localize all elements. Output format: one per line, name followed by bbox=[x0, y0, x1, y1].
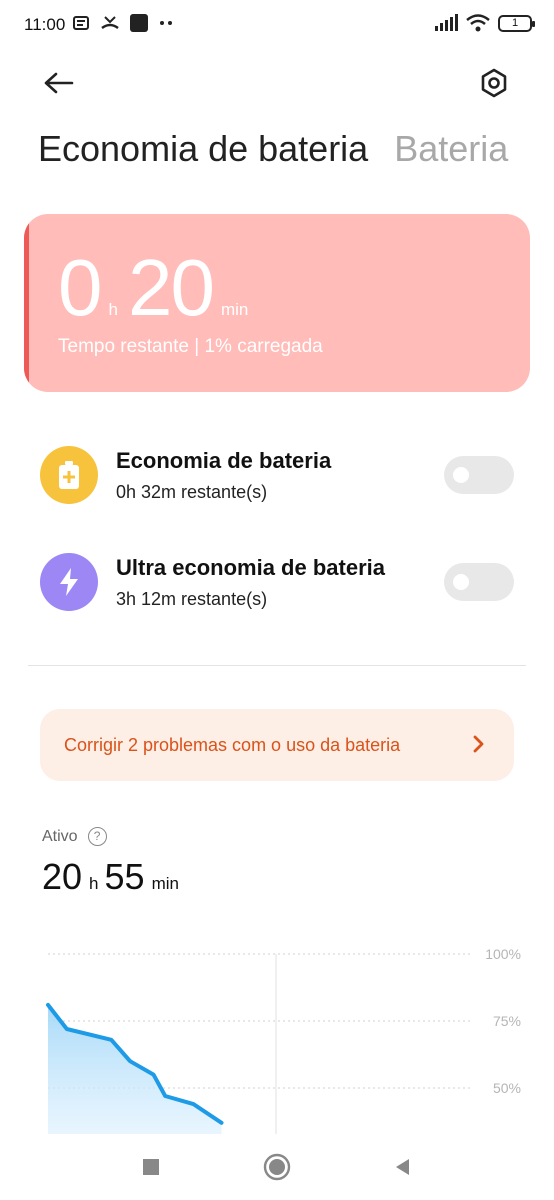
chart-y-tick-label: 50% bbox=[493, 1080, 521, 1096]
remaining-minutes: 20 bbox=[127, 243, 215, 332]
back-button[interactable] bbox=[38, 63, 78, 103]
lightning-icon bbox=[40, 553, 98, 611]
active-hours-unit: h bbox=[89, 874, 99, 893]
remaining-subtitle: Tempo restante | 1% carregada bbox=[58, 336, 323, 357]
active-minutes: 55 bbox=[104, 856, 145, 897]
toggle-knob bbox=[453, 467, 469, 483]
remaining-time: 0 h 20 min bbox=[58, 248, 258, 328]
back-icon bbox=[396, 1159, 409, 1175]
tab-bar: Economia de bateria Bateria bbox=[38, 128, 508, 170]
fix-issues-text: Corrigir 2 problemas com o uso da bateri… bbox=[64, 735, 401, 755]
tab-bateria[interactable]: Bateria bbox=[394, 128, 508, 170]
active-hours: 20 bbox=[42, 856, 83, 897]
signal-icon bbox=[435, 14, 458, 31]
home-icon bbox=[263, 1153, 291, 1181]
home-button[interactable] bbox=[262, 1152, 292, 1182]
battery-level-chart: 100% 75% 50% bbox=[0, 930, 554, 1134]
fix-issues-banner[interactable]: Corrigir 2 problemas com o uso da bateri… bbox=[40, 709, 514, 781]
app-icon bbox=[130, 14, 148, 32]
remaining-hours: 0 bbox=[58, 243, 102, 332]
remaining-time-card: 0 h 20 min Tempo restante | 1% carregada bbox=[24, 214, 530, 392]
status-bar: 11:00 1 bbox=[0, 0, 554, 50]
missed-call-icon bbox=[101, 16, 119, 30]
divider bbox=[28, 665, 526, 666]
chart-area bbox=[48, 1004, 222, 1134]
chart-y-tick-label: 75% bbox=[493, 1013, 521, 1029]
ultra-battery-saver-subtitle: 3h 12m restante(s) bbox=[116, 589, 268, 609]
battery-icon: 1 bbox=[498, 14, 535, 32]
active-minutes-unit: min bbox=[151, 874, 179, 893]
status-right-icons: 1 bbox=[434, 14, 535, 32]
chart-y-tick-label: 100% bbox=[485, 946, 521, 962]
tab-economia-de-bateria[interactable]: Economia de bateria bbox=[38, 128, 368, 170]
chevron-right-icon bbox=[473, 735, 484, 753]
battery-saver-subtitle: 0h 32m restante(s) bbox=[116, 482, 268, 502]
minutes-unit: min bbox=[220, 300, 249, 319]
more-dots-icon bbox=[160, 21, 172, 25]
ultra-battery-saver-row[interactable]: Ultra economia de bateria 3h 12m restant… bbox=[40, 549, 514, 619]
settings-button[interactable] bbox=[474, 63, 514, 103]
ultra-battery-saver-toggle[interactable] bbox=[444, 563, 514, 601]
battery-saver-title: Economia de bateria bbox=[116, 448, 332, 473]
status-time: 11:00 bbox=[24, 15, 66, 34]
recent-apps-button[interactable] bbox=[136, 1152, 166, 1182]
recent-apps-icon bbox=[143, 1159, 159, 1175]
battery-saver-row[interactable]: Economia de bateria 0h 32m restante(s) bbox=[40, 442, 514, 512]
settings-icon bbox=[481, 68, 507, 98]
help-icon[interactable]: ? bbox=[87, 827, 107, 846]
active-label: Ativo bbox=[42, 827, 78, 845]
battery-plus-icon bbox=[40, 446, 98, 504]
active-time: 20 h 55 min bbox=[42, 856, 185, 898]
wifi-icon bbox=[466, 14, 490, 32]
back-nav-button[interactable] bbox=[388, 1152, 418, 1182]
status-left-icons bbox=[72, 14, 174, 32]
ultra-battery-saver-title: Ultra economia de bateria bbox=[116, 555, 385, 580]
active-label-row: Ativo ? bbox=[42, 827, 107, 846]
navigation-bar bbox=[0, 1134, 554, 1200]
toggle-knob bbox=[453, 574, 469, 590]
battery-chart-svg: 100% 75% 50% bbox=[46, 946, 521, 1134]
arrow-left-icon bbox=[44, 72, 74, 94]
message-icon bbox=[73, 16, 89, 30]
hours-unit: h bbox=[108, 300, 118, 319]
battery-saver-toggle[interactable] bbox=[444, 456, 514, 494]
